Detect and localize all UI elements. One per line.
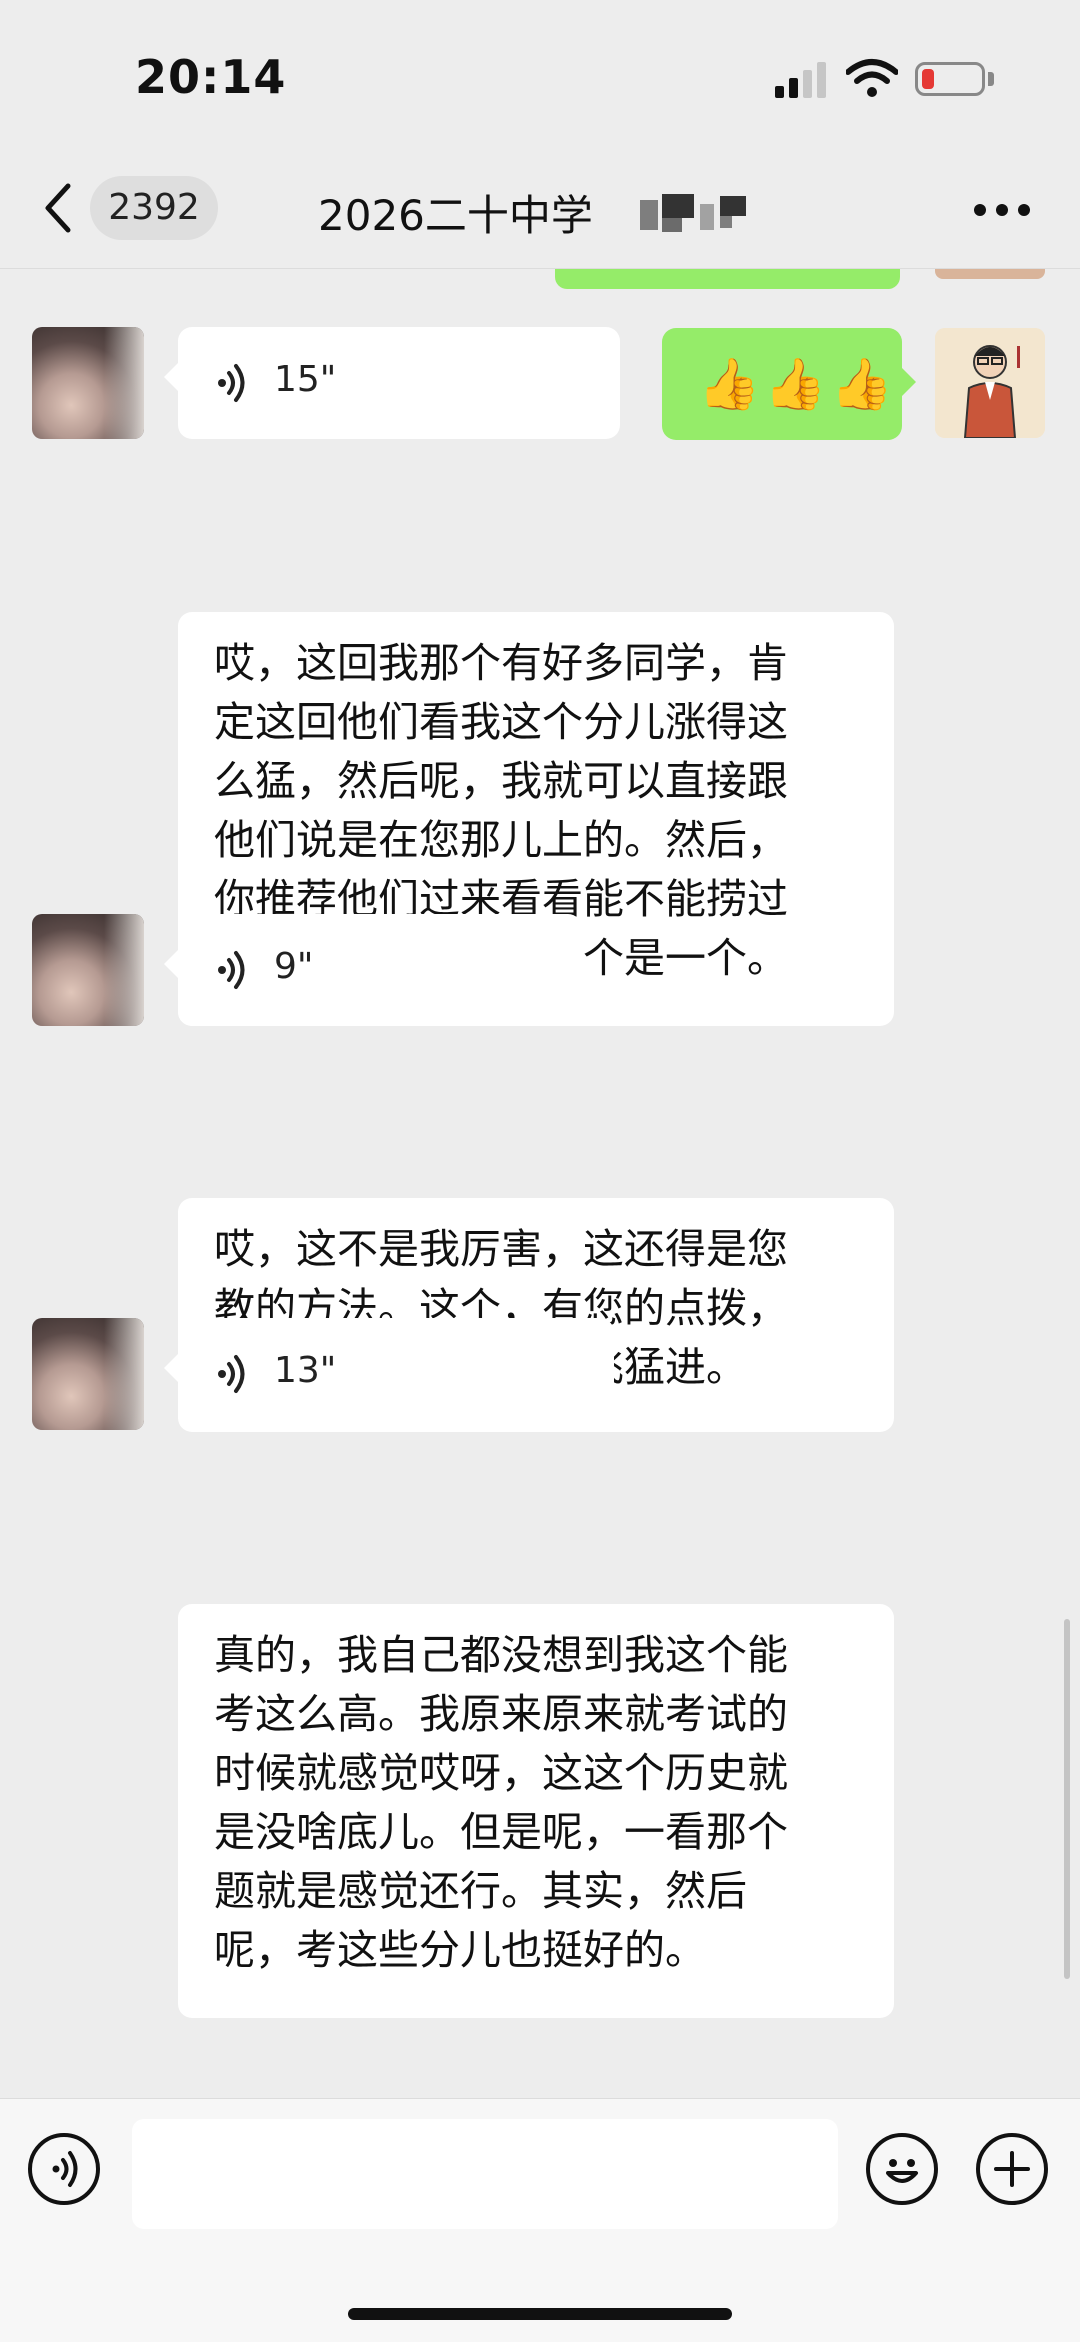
battery-icon — [915, 62, 985, 96]
sender-avatar[interactable] — [32, 914, 144, 1026]
voice-icon — [218, 951, 245, 989]
sender-avatar[interactable] — [32, 327, 144, 439]
home-indicator[interactable] — [348, 2308, 732, 2320]
status-time: 20:14 — [135, 50, 287, 104]
voice-mode-button[interactable] — [28, 2133, 100, 2205]
voice-mode-icon — [52, 2151, 78, 2187]
transcript-bubble[interactable]: 真的，我自己都没想到我这个能 考这么高。我原来原来就考试的 时候就感觉哎呀，这这… — [178, 1604, 894, 2018]
self-avatar[interactable] — [935, 328, 1045, 438]
voice-message-bubble[interactable]: 13" — [164, 1318, 614, 1430]
message-list[interactable]: 👍👍👍 15" 哎，这回我那个有好多同学，肯 定这回他们看我这个分儿涨得这 么猛… — [0, 269, 1080, 2099]
voice-icon — [218, 364, 245, 402]
transcript-text: 真的，我自己都没想到我这个能 考这么高。我原来原来就考试的 时候就感觉哎呀，这这… — [214, 1631, 788, 1974]
voice-duration: 9" — [274, 946, 314, 987]
voice-duration: 15" — [274, 359, 337, 400]
input-bar — [0, 2098, 1080, 2342]
thumbs-up-emoji: 👍👍👍 — [698, 355, 897, 413]
voice-duration: 13" — [274, 1350, 337, 1391]
wifi-icon — [846, 59, 898, 97]
chat-header: 2392 2026二十中学 — [0, 150, 1080, 269]
scrollbar[interactable] — [1064, 1619, 1070, 1979]
voice-message-bubble[interactable]: 9" — [164, 914, 582, 1026]
voice-message-bubble[interactable]: 15" — [164, 327, 620, 439]
battery-cap — [988, 72, 994, 86]
teacher-avatar-illustration — [935, 328, 1045, 438]
message-input[interactable] — [132, 2119, 838, 2229]
voice-icon — [218, 1355, 245, 1393]
previous-message-bubble[interactable] — [555, 269, 900, 289]
previous-avatar[interactable] — [935, 269, 1045, 279]
status-bar: 20:14 — [0, 0, 1080, 150]
signal-icon — [775, 62, 830, 98]
sender-avatar[interactable] — [32, 1318, 144, 1430]
unread-count-badge[interactable]: 2392 — [90, 176, 218, 240]
more-icon[interactable] — [974, 204, 1030, 216]
back-icon[interactable] — [40, 180, 80, 236]
more-functions-button[interactable] — [976, 2133, 1048, 2205]
redacted-title-mosaic — [640, 194, 770, 234]
emoji-icon — [886, 2159, 918, 2183]
plus-icon — [994, 2151, 1030, 2187]
chat-title[interactable]: 2026二十中学 — [318, 182, 593, 243]
self-message-bubble[interactable]: 👍👍👍 — [662, 328, 916, 440]
emoji-button[interactable] — [866, 2133, 938, 2205]
